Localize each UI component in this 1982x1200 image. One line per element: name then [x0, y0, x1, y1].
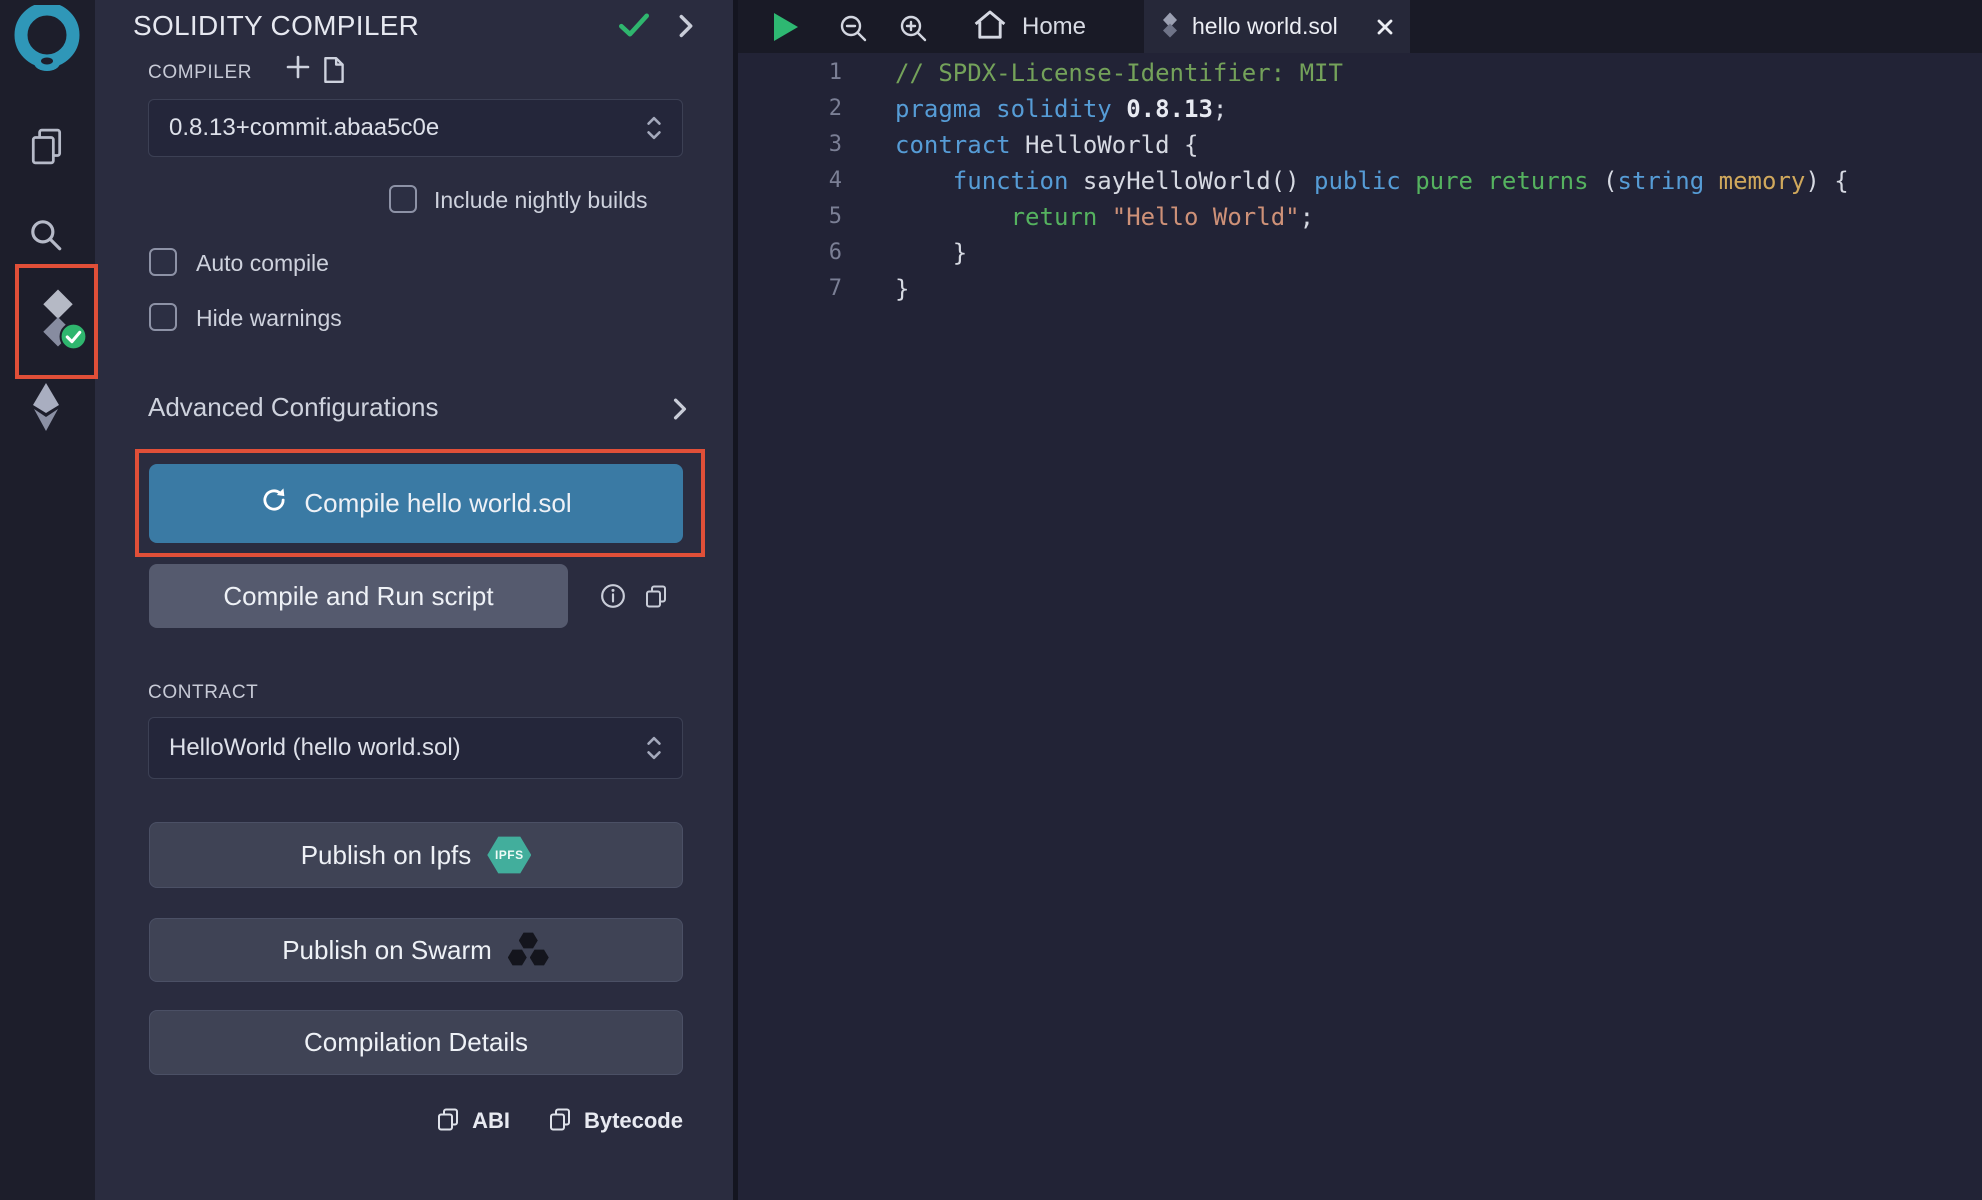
- code-text: // SPDX-License-Identifier: MIT: [895, 55, 1343, 91]
- editor-tabbar: Home hello world.sol: [738, 0, 1982, 53]
- compile-button-label: Compile hello world.sol: [304, 488, 571, 519]
- panel-divider[interactable]: [733, 0, 738, 1200]
- include-nightly-label: Include nightly builds: [434, 186, 648, 214]
- line-number: 1: [738, 55, 842, 91]
- copy-icon[interactable]: [644, 584, 668, 613]
- abi-label: ABI: [472, 1108, 510, 1134]
- code-line[interactable]: 5 return "Hello World";: [738, 199, 1982, 235]
- line-number: 5: [738, 199, 842, 235]
- solidity-file-icon: [1160, 11, 1180, 43]
- abi-bytecode-row: ABI Bytecode: [149, 1106, 683, 1136]
- publish-ipfs-label: Publish on Ipfs: [301, 840, 472, 871]
- panel-expand-chevron-icon[interactable]: [679, 14, 693, 43]
- copy-icon: [548, 1107, 572, 1136]
- search-icon[interactable]: [27, 216, 65, 259]
- compile-success-check-icon: [619, 12, 649, 43]
- remix-ide: { "colors": { "accent_blue": "#3a7aa4", …: [0, 0, 1982, 1200]
- line-number: 7: [738, 271, 842, 307]
- compilation-details-label: Compilation Details: [304, 1027, 528, 1058]
- line-number: 3: [738, 127, 842, 163]
- swarm-icon: [508, 932, 550, 968]
- tab-hello-world-label: hello world.sol: [1192, 13, 1338, 40]
- code-text: }: [895, 235, 967, 271]
- publish-ipfs-button[interactable]: Publish on Ipfs IPFS: [149, 822, 683, 888]
- zoom-out-icon[interactable]: [838, 13, 868, 48]
- hide-warnings-checkbox[interactable]: [149, 303, 177, 331]
- compile-and-run-button[interactable]: Compile and Run script: [149, 564, 568, 628]
- bytecode-label: Bytecode: [584, 1108, 683, 1134]
- publish-swarm-button[interactable]: Publish on Swarm: [149, 918, 683, 982]
- zoom-in-icon[interactable]: [898, 13, 928, 48]
- compiler-section-label: COMPILER: [148, 62, 252, 84]
- tab-hello-world-sol[interactable]: hello world.sol: [1144, 0, 1410, 53]
- panel-title: SOLIDITY COMPILER: [133, 10, 419, 42]
- code-line[interactable]: 1 // SPDX-License-Identifier: MIT: [738, 55, 1982, 91]
- select-stepper-icon: [646, 736, 662, 760]
- line-number: 2: [738, 91, 842, 127]
- auto-compile-checkbox[interactable]: [149, 248, 177, 276]
- code-text: contract HelloWorld {: [895, 127, 1198, 163]
- code-editor[interactable]: 1 // SPDX-License-Identifier: MIT 2 pragma …: [738, 53, 1982, 1200]
- code-line[interactable]: 6 }: [738, 235, 1982, 271]
- code-text: pragma solidity 0.8.13;: [895, 91, 1227, 127]
- run-script-icon[interactable]: [774, 13, 798, 41]
- contract-select-value: HelloWorld (hello world.sol): [169, 734, 461, 762]
- advanced-configurations-chevron-icon[interactable]: [673, 398, 687, 425]
- remix-logo[interactable]: [10, 5, 84, 78]
- line-number: 6: [738, 235, 842, 271]
- copy-bytecode-button[interactable]: Bytecode: [548, 1107, 683, 1136]
- home-icon: [972, 8, 1008, 45]
- compiler-config-file-icon[interactable]: [323, 56, 345, 89]
- compile-and-run-label: Compile and Run script: [223, 581, 493, 612]
- hide-warnings-label: Hide warnings: [196, 304, 342, 332]
- file-explorer-icon[interactable]: [28, 127, 66, 170]
- compilation-details-button[interactable]: Compilation Details: [149, 1010, 683, 1075]
- info-icon[interactable]: [600, 583, 626, 614]
- code-line[interactable]: 2 pragma solidity 0.8.13;: [738, 91, 1982, 127]
- activity-bar: [0, 0, 95, 1200]
- compile-button[interactable]: Compile hello world.sol: [149, 464, 683, 543]
- close-tab-icon[interactable]: [1376, 18, 1394, 36]
- compile-success-badge-icon: [59, 322, 88, 356]
- code-line[interactable]: 3 contract HelloWorld {: [738, 127, 1982, 163]
- side-panel: SOLIDITY COMPILER COMPILER 0.8.13+commit…: [95, 0, 733, 1200]
- tab-home-label: Home: [1022, 13, 1086, 41]
- select-stepper-icon: [646, 116, 662, 140]
- publish-swarm-label: Publish on Swarm: [282, 935, 492, 966]
- auto-compile-label: Auto compile: [196, 249, 329, 277]
- code-line[interactable]: 4 function sayHelloWorld() public pure r…: [738, 163, 1982, 199]
- contract-section-label: CONTRACT: [148, 682, 258, 704]
- copy-abi-button[interactable]: ABI: [436, 1107, 510, 1136]
- code-line[interactable]: 7}: [738, 271, 1982, 307]
- compiler-version-select[interactable]: 0.8.13+commit.abaa5c0e: [148, 99, 683, 157]
- refresh-icon: [260, 486, 288, 521]
- contract-select[interactable]: HelloWorld (hello world.sol): [148, 717, 683, 779]
- ipfs-icon: IPFS: [487, 835, 531, 875]
- code-text: return "Hello World";: [895, 199, 1314, 235]
- line-number: 4: [738, 163, 842, 199]
- include-nightly-checkbox[interactable]: [389, 185, 417, 213]
- copy-icon: [436, 1107, 460, 1136]
- advanced-configurations-label[interactable]: Advanced Configurations: [148, 392, 439, 423]
- code-text: }: [895, 271, 909, 307]
- code-text: function sayHelloWorld() public pure ret…: [895, 163, 1849, 199]
- add-compiler-icon[interactable]: [285, 54, 311, 85]
- deploy-and-run-icon[interactable]: [31, 383, 61, 436]
- code-lines: 1 // SPDX-License-Identifier: MIT 2 pragma …: [738, 55, 1982, 307]
- editor-area: Home hello world.sol 1 // SPDX-License-Id…: [738, 0, 1982, 1200]
- tab-home[interactable]: Home: [966, 0, 1092, 53]
- compiler-version-value: 0.8.13+commit.abaa5c0e: [169, 114, 439, 142]
